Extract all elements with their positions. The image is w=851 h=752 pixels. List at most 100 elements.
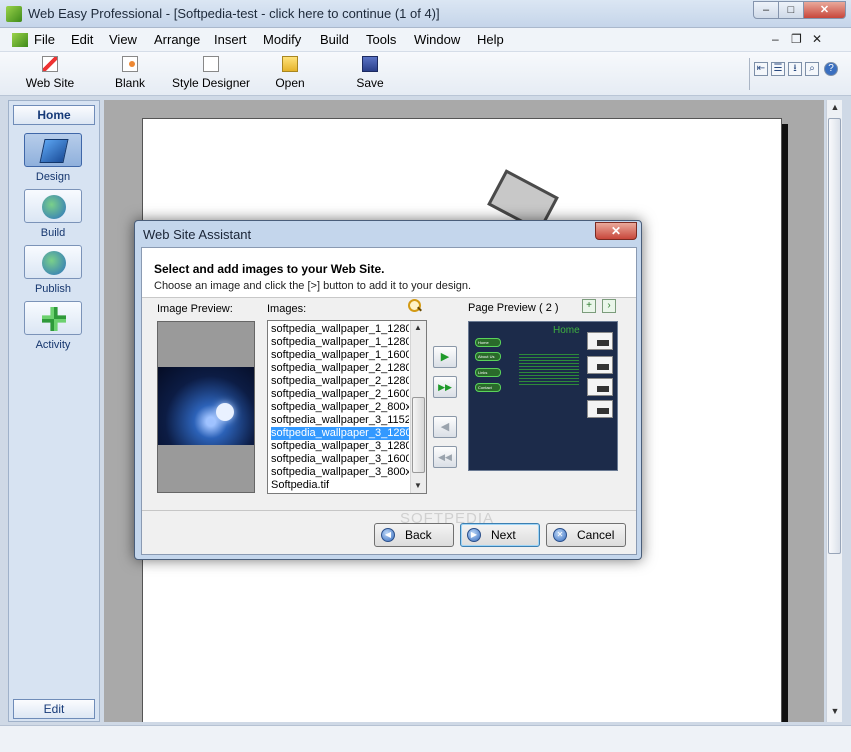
- preview-page-title: Home: [553, 325, 580, 336]
- document-icon[interactable]: [12, 33, 28, 47]
- menu-window[interactable]: Window: [414, 32, 460, 47]
- page-preview-label: Page Preview: [468, 302, 536, 314]
- website-label: Web Site: [25, 76, 75, 90]
- scroll-down-icon[interactable]: ▼: [414, 481, 422, 490]
- left-nav-panel: Home Design Build Publish Activity Edit: [8, 100, 100, 722]
- globe-publish-icon: [42, 251, 66, 275]
- dialog-footer-divider: [142, 510, 636, 511]
- image-preview: [157, 321, 255, 493]
- app-logo-icon: [6, 6, 22, 22]
- list-scrollbar-thumb[interactable]: [412, 397, 425, 473]
- blank-button[interactable]: Blank: [110, 54, 150, 94]
- scrollbar-thumb[interactable]: [828, 118, 841, 554]
- book-icon[interactable]: ☰: [771, 62, 785, 76]
- add-all-images-button[interactable]: ▶▶: [433, 376, 457, 398]
- menu-insert[interactable]: Insert: [214, 32, 247, 47]
- preview-body-text: [519, 352, 579, 386]
- list-item[interactable]: softpedia_wallpaper_2_1600: [271, 388, 409, 401]
- scroll-down-icon[interactable]: ▼: [829, 706, 841, 718]
- add-page-icon[interactable]: +: [582, 299, 596, 313]
- home-tab[interactable]: Home: [13, 105, 95, 125]
- back-label: Back: [405, 528, 432, 542]
- web-site-assistant-dialog: Web Site Assistant ✕ Select and add imag…: [134, 220, 642, 560]
- menu-build[interactable]: Build: [320, 32, 349, 47]
- activity-icon: [42, 307, 66, 331]
- menu-modify[interactable]: Modify: [263, 32, 301, 47]
- list-item[interactable]: softpedia_wallpaper_3_800x: [271, 466, 409, 479]
- list-scrollbar[interactable]: ▲ ▼: [410, 321, 426, 493]
- cancel-button[interactable]: ✕ Cancel: [546, 523, 626, 547]
- list-item[interactable]: softpedia_wallpaper_3_1152: [271, 414, 409, 427]
- list-item[interactable]: softpedia_wallpaper_1_1280: [271, 336, 409, 349]
- menu-tools[interactable]: Tools: [366, 32, 396, 47]
- save-disk-icon: [362, 56, 378, 72]
- save-label: Save: [356, 76, 384, 90]
- mdi-minimize-button[interactable]: –: [772, 32, 779, 46]
- list-item[interactable]: softpedia_wallpaper_2_800x: [271, 401, 409, 414]
- next-arrow-icon: ▶: [467, 528, 481, 542]
- style-designer-icon: [203, 56, 219, 72]
- images-label: Images:: [267, 303, 307, 315]
- dialog-close-button[interactable]: ✕: [595, 222, 637, 240]
- dialog-subheading: Choose an image and click the [>] button…: [154, 280, 472, 292]
- list-item[interactable]: softpedia_wallpaper_3_1280: [271, 440, 409, 453]
- workspace-scrollbar[interactable]: ▲ ▼: [826, 100, 842, 722]
- menu-view[interactable]: View: [109, 32, 137, 47]
- image-preview-label: Image Preview:: [157, 303, 233, 315]
- list-item[interactable]: softpedia_wallpaper_1_1600: [271, 349, 409, 362]
- list-item[interactable]: softpedia_wallpaper_3_1600: [271, 453, 409, 466]
- scroll-up-icon[interactable]: ▲: [414, 323, 422, 332]
- status-bar: [0, 725, 851, 752]
- page-nav-icon[interactable]: ⇤: [754, 62, 768, 76]
- menu-arrange[interactable]: Arrange: [154, 32, 200, 47]
- search-icon[interactable]: [407, 298, 423, 314]
- edit-button[interactable]: Edit: [13, 699, 95, 719]
- sidebar-item-label: Build: [40, 227, 66, 239]
- next-button[interactable]: ▶ Next: [460, 523, 540, 547]
- download-icon[interactable]: ⭳: [788, 62, 802, 76]
- sidebar-item-publish[interactable]: Publish: [23, 245, 83, 295]
- menu-file[interactable]: File: [34, 32, 55, 47]
- back-button[interactable]: ◀ Back: [374, 523, 454, 547]
- menu-edit[interactable]: Edit: [71, 32, 93, 47]
- maximize-button[interactable]: □: [778, 1, 804, 19]
- remove-image-button[interactable]: ◀: [433, 416, 457, 438]
- list-item[interactable]: Softpedia.tif: [271, 479, 409, 492]
- save-button[interactable]: Save: [352, 54, 388, 94]
- menu-help[interactable]: Help: [477, 32, 504, 47]
- preview-nav-item: Contact: [475, 383, 501, 392]
- cancel-label: Cancel: [577, 528, 615, 542]
- images-listbox[interactable]: softpedia_wallpaper_1_1280 softpedia_wal…: [267, 320, 427, 494]
- page-next-icon[interactable]: ›: [602, 299, 616, 313]
- sidebar-item-build[interactable]: Build: [23, 189, 83, 239]
- page-preview-count: ( 2 ): [539, 302, 559, 314]
- mdi-restore-button[interactable]: ❐: [791, 32, 802, 46]
- close-button[interactable]: ✕: [803, 1, 846, 19]
- wallpaper-thumbnail: [158, 367, 254, 445]
- add-image-button[interactable]: ▶: [433, 346, 457, 368]
- menu-bar: File Edit View Arrange Insert Modify Bui…: [0, 28, 851, 52]
- sidebar-item-activity[interactable]: Activity: [23, 301, 83, 351]
- back-arrow-icon: ◀: [381, 528, 395, 542]
- sidebar-item-design[interactable]: Design: [23, 133, 83, 183]
- style-designer-button[interactable]: Style Designer: [172, 54, 250, 94]
- help-icon[interactable]: ?: [824, 62, 838, 76]
- list-item-selected[interactable]: softpedia_wallpaper_3_1280: [271, 427, 409, 440]
- open-button[interactable]: Open: [272, 54, 308, 94]
- website-button[interactable]: Web Site: [22, 54, 78, 94]
- cancel-x-icon: ✕: [553, 528, 567, 542]
- remove-all-images-button[interactable]: ◀◀: [433, 446, 457, 468]
- list-item[interactable]: softpedia_wallpaper_1_1280: [271, 323, 409, 336]
- minimize-button[interactable]: –: [753, 1, 779, 19]
- scroll-up-icon[interactable]: ▲: [829, 102, 841, 114]
- list-item[interactable]: softpedia_wallpaper_2_1280: [271, 375, 409, 388]
- preview-image-slot: [587, 378, 613, 396]
- design-icon: [39, 139, 69, 163]
- preview-image-slot: [587, 356, 613, 374]
- mdi-close-button[interactable]: ✕: [812, 32, 822, 46]
- preview-image-slot: [587, 400, 613, 418]
- zoom-icon[interactable]: ⌕: [805, 62, 819, 76]
- next-label: Next: [491, 528, 516, 542]
- dialog-body: Select and add images to your Web Site. …: [141, 247, 637, 555]
- list-item[interactable]: softpedia_wallpaper_2_1280: [271, 362, 409, 375]
